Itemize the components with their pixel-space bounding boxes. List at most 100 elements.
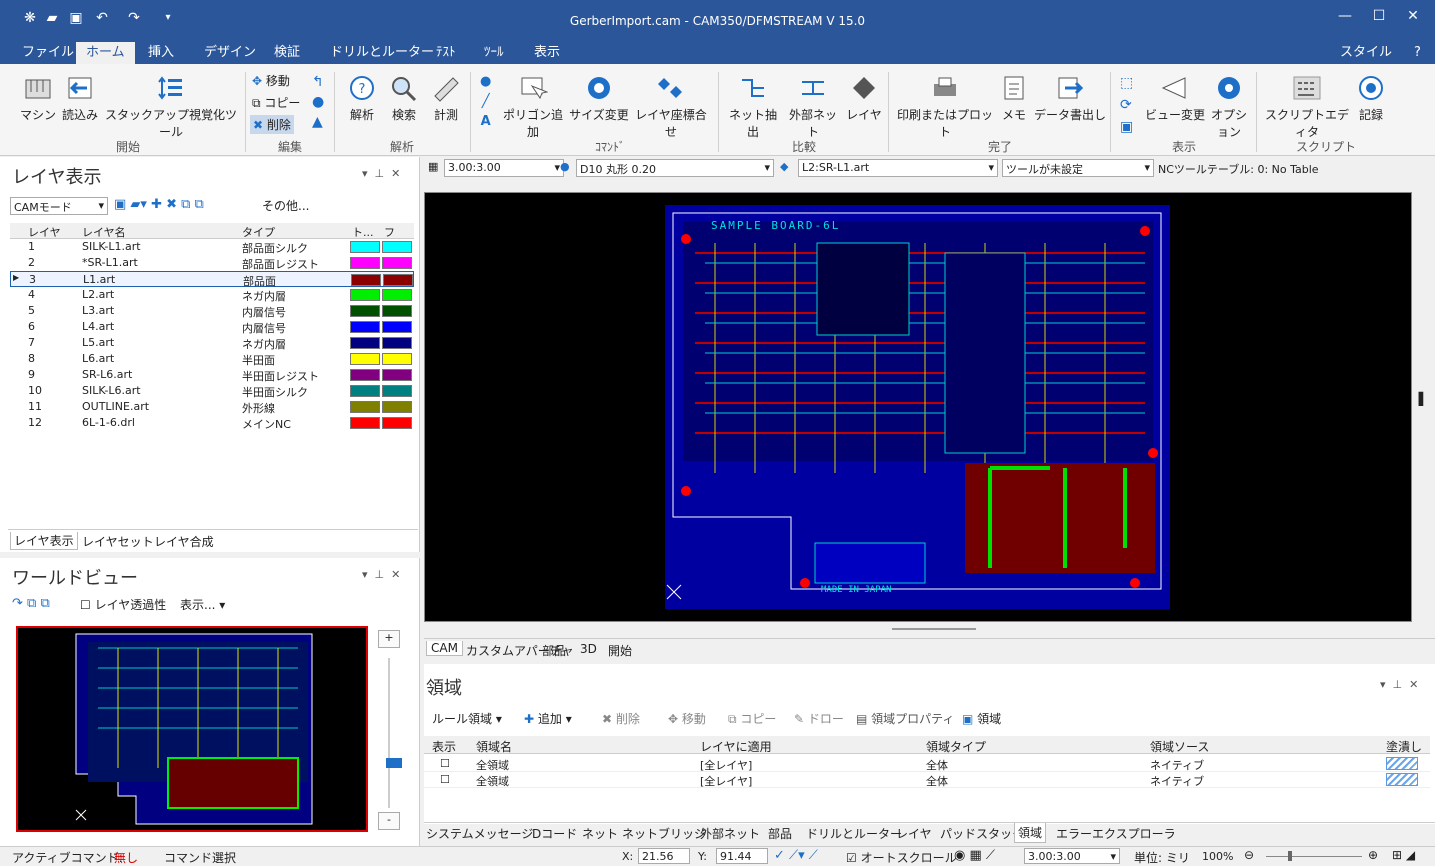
layer-row[interactable]: 1 SILK-L1.art 部品面シルク (10, 239, 414, 255)
layer-color-swatch[interactable] (350, 241, 380, 253)
layer-row[interactable]: 9 SR-L6.art 半田面レジスト (10, 367, 414, 383)
zoom-slider-track[interactable] (388, 658, 390, 808)
layer-color-swatch[interactable] (350, 369, 380, 381)
zoom-slider-thumb[interactable] (386, 758, 402, 768)
align-button[interactable]: レイヤ座標合せ (630, 74, 712, 140)
layer-flash-swatch[interactable] (382, 337, 412, 349)
layer-color-swatch[interactable] (350, 353, 380, 365)
tab-layer-view[interactable]: レイヤ表示 (10, 532, 78, 550)
region-property-button[interactable]: ▤ 領域プロパティ (856, 710, 954, 727)
zoom-out-button[interactable]: - (378, 812, 400, 830)
layer-color-swatch[interactable] (351, 274, 381, 286)
layer-flash-swatch[interactable] (382, 353, 412, 365)
delete-button[interactable]: ✖ 削除 (250, 115, 294, 134)
scripteditor-button[interactable]: スクリプトエディタ (1262, 74, 1352, 140)
layer-color-swatch[interactable] (350, 289, 380, 301)
region-row[interactable]: ☐ 全領域 [全レイヤ] 全体 ネイティブ (424, 756, 1430, 772)
dcode-select[interactable]: D10 丸形 0.20 ▾ (576, 159, 774, 177)
tab-start[interactable]: 開始 (608, 642, 632, 659)
menu-design[interactable]: デザイン (194, 44, 266, 64)
layer-row[interactable]: 2 *SR-L1.art 部品面レジスト (10, 255, 414, 271)
layer-flash-swatch[interactable] (382, 321, 412, 333)
tab-layer[interactable]: レイヤ (896, 825, 932, 842)
layer-flash-swatch[interactable] (382, 289, 412, 301)
machine-button[interactable]: マシン (18, 74, 58, 123)
layer-row[interactable]: 7 L5.art ネガ内層 (10, 335, 414, 351)
maximize-button[interactable]: ☐ (1364, 8, 1394, 24)
layer-flash-swatch[interactable] (382, 417, 412, 429)
copy-button[interactable]: ⧉ コピー (252, 94, 300, 111)
status-zoom-slider[interactable] (1266, 856, 1362, 857)
region-visible-checkbox[interactable]: ☐ (440, 757, 450, 770)
region-panel-controls[interactable]: ▾ ⊥ ✕ (1380, 678, 1418, 691)
region-row[interactable]: ☐ 全領域 [全レイヤ] 全体 ネイティブ (424, 772, 1430, 788)
move-region-button[interactable]: ✥ 移動 (668, 710, 706, 727)
measure-button[interactable]: 計測 (426, 74, 466, 123)
menu-home[interactable]: ホーム (76, 42, 135, 64)
transparency-checkbox[interactable]: ☐ レイヤ透過性 (80, 596, 166, 613)
print-button[interactable]: 印刷またはプロット (896, 74, 994, 140)
option-button[interactable]: オプション (1206, 74, 1252, 140)
zoom-out-icon[interactable]: ⊖ (1244, 848, 1254, 862)
layer-row[interactable]: 8 L6.art 半田面 (10, 351, 414, 367)
tool-select[interactable]: ツールが未設定 ▾ (1002, 159, 1154, 177)
layer-color-swatch[interactable] (350, 321, 380, 333)
layer-color-swatch[interactable] (350, 417, 380, 429)
tab-parts[interactable]: 部品 (542, 642, 566, 659)
zoom-in-button[interactable]: + (378, 630, 400, 648)
snap-icons[interactable]: ✓ ⟋▾ ⟋ (774, 848, 818, 863)
layer-flash-swatch[interactable] (382, 369, 412, 381)
menu-test[interactable]: ﾃｽﾄ (426, 44, 466, 64)
tab-region[interactable]: 領域 (1014, 823, 1047, 843)
help-icon[interactable]: ? (1404, 44, 1431, 64)
menu-tool[interactable]: ﾂｰﾙ (474, 44, 514, 64)
tab-layer-set[interactable]: レイヤセット (82, 533, 154, 550)
netextract-button[interactable]: ネット抽出 (724, 74, 782, 140)
layer-row[interactable]: 5 L3.art 内層信号 (10, 303, 414, 319)
autoscroll-checkbox[interactable]: ☑ オートスクロール (846, 849, 957, 866)
analyze-button[interactable]: ? 解析 (342, 74, 382, 123)
rule-region-select[interactable]: ルール領域 ▾ (432, 710, 502, 727)
tab-parts-list[interactable]: 部品 (768, 825, 792, 842)
polygon-button[interactable]: ポリゴン追加 (498, 74, 568, 140)
layer-flash-swatch[interactable] (382, 385, 412, 397)
dataout-button[interactable]: データ書出し (1034, 74, 1106, 123)
status-zoom-thumb[interactable] (1288, 851, 1292, 861)
menu-file[interactable]: ファイル (12, 44, 84, 64)
layer-other-menu[interactable]: その他... (262, 197, 309, 214)
layer-row[interactable]: 12 6L-1-6.drl メインNC (10, 415, 414, 431)
layer-row[interactable]: 4 L2.art ネガ内層 (10, 287, 414, 303)
layer-color-swatch[interactable] (350, 257, 380, 269)
canvas-vscroll[interactable]: ▐ (1414, 392, 1423, 406)
cam-canvas[interactable]: SAMPLE BOARD-6L MADE IN JAPAN (424, 192, 1412, 622)
tab-dcode[interactable]: Dコード (532, 825, 577, 842)
layer-flash-swatch[interactable] (382, 257, 412, 269)
menu-view[interactable]: 表示 (524, 44, 570, 64)
cam-mode-select[interactable]: CAMモード ▾ (10, 197, 108, 215)
region-visible-checkbox[interactable]: ☐ (440, 773, 450, 786)
search-button[interactable]: 検索 (384, 74, 424, 123)
resize-button[interactable]: サイズ変更 (568, 74, 630, 123)
tab-drill-router[interactable]: ドリルとルーター (806, 825, 902, 842)
layer-flash-swatch[interactable] (382, 305, 412, 317)
region-fill-swatch[interactable] (1386, 757, 1418, 770)
tab-error-explorer[interactable]: エラーエクスプローラ (1056, 825, 1176, 842)
close-button[interactable]: ✕ (1398, 8, 1428, 24)
layer-color-swatch[interactable] (350, 337, 380, 349)
region-button[interactable]: ▣ 領域 (962, 710, 1001, 727)
minimize-button[interactable]: — (1330, 8, 1360, 24)
world-panel-controls[interactable]: ▾ ⊥ ✕ (362, 568, 400, 581)
tab-system-message[interactable]: システムメッセージ (426, 825, 533, 842)
grid-icons[interactable]: ◉ ▦ ⟋ (954, 848, 995, 863)
style-menu[interactable]: スタイル (1330, 44, 1402, 64)
tab-3d[interactable]: 3D (580, 642, 597, 656)
layer-button[interactable]: レイヤ (844, 74, 884, 123)
draw-small-icons[interactable]: ● ╱ A (480, 72, 491, 132)
tab-net[interactable]: ネット (582, 825, 618, 842)
scale-select[interactable]: 3.00:3.00 ▾ (444, 159, 564, 177)
layer-color-swatch[interactable] (350, 401, 380, 413)
memo-button[interactable]: メモ (998, 74, 1030, 123)
status-scale-select[interactable]: 3.00:3.00 ▾ (1024, 848, 1120, 864)
load-button[interactable]: 読込み (60, 74, 100, 123)
active-layer-select[interactable]: L2:SR-L1.art ▾ (798, 159, 998, 177)
